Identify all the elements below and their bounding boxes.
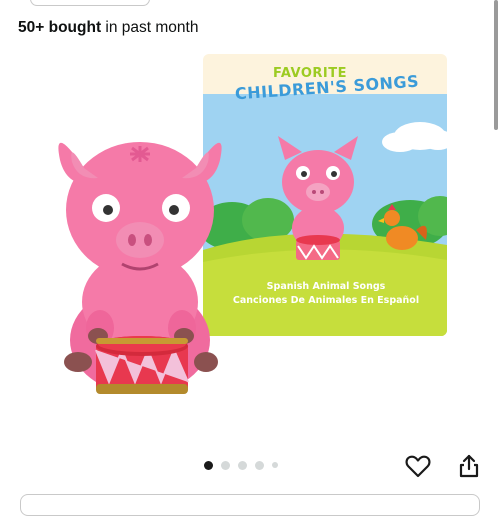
card-subtitle-spanish: Canciones De Animales En Español (232, 295, 420, 306)
carousel-dot-4[interactable] (255, 460, 264, 470)
drum (95, 336, 189, 394)
carousel-dot-3[interactable] (238, 460, 247, 470)
wishlist-button[interactable] (404, 452, 432, 480)
carousel-dot-2[interactable] (221, 460, 230, 470)
bought-count: 50+ bought (18, 19, 102, 36)
carousel-dots[interactable] (204, 459, 278, 471)
bottom-field-edge[interactable] (20, 494, 480, 516)
bought-count-line: 50+ bought in past month (18, 18, 198, 38)
carousel-dot-1[interactable] (204, 460, 213, 470)
top-field-edge (30, 0, 150, 6)
share-button[interactable] (455, 452, 483, 480)
heart-icon (405, 455, 431, 478)
share-icon (459, 454, 479, 478)
card-subtitle-english: Spanish Animal Songs (266, 281, 386, 292)
carousel-dot-5[interactable] (272, 462, 278, 468)
bought-suffix: in past month (101, 19, 199, 36)
